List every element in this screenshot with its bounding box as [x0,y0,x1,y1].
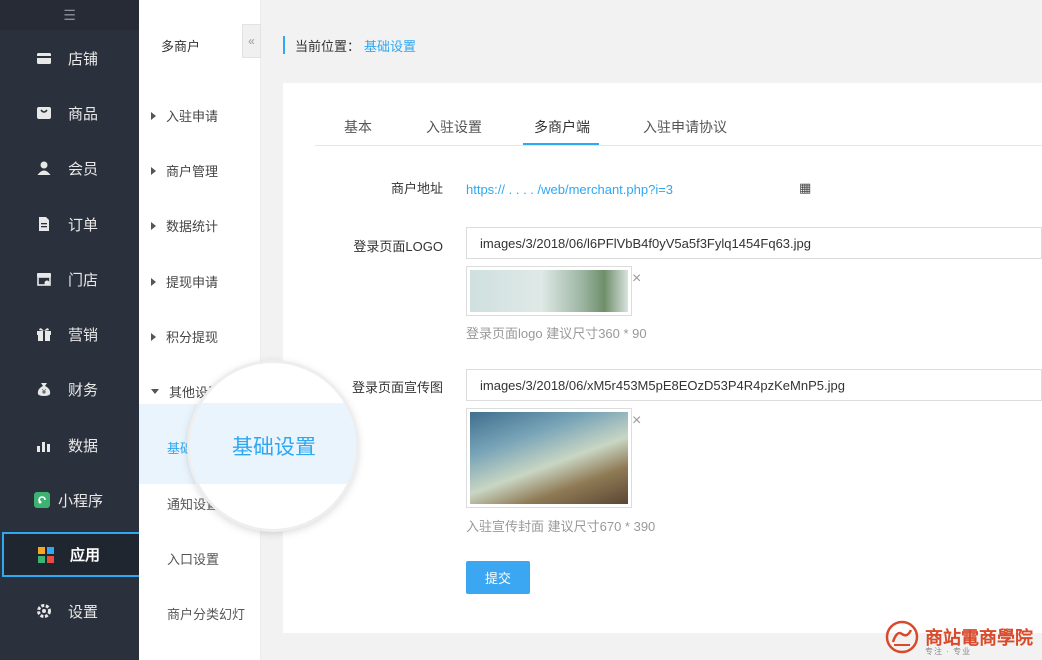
tab-entry-agreement[interactable]: 入驻申请协议 [643,117,727,137]
caret-right-icon [151,111,156,120]
caret-right-icon [151,332,156,341]
breadcrumb: 当前位置： 基础设置 [283,36,416,54]
main-nav: ☰ 店铺 商品 会员 订单 门店 营销 ¥ 财务 数据 小程序 应用 设置 [0,0,145,660]
nav-item-member[interactable]: 会员 [0,146,139,190]
nav-item-mini-program[interactable]: 小程序 [0,478,139,522]
gift-icon [36,326,52,342]
watermark-logo-icon [885,620,919,654]
sub-menu-title: 多商户 [161,39,201,54]
nav-item-label: 财务 [68,381,99,399]
nav-item-label: 小程序 [58,492,104,510]
logo-image [470,270,628,312]
gear-icon [36,603,52,619]
caret-right-icon [151,166,156,175]
nav-item-settings[interactable]: 设置 [0,589,139,633]
nav-item-label: 门店 [68,271,99,289]
document-icon [36,216,52,232]
tab-basic[interactable]: 基本 [344,117,372,137]
watermark-sub: 专注 · 专业 [925,647,972,656]
nav-item-finance[interactable]: ¥ 财务 [0,367,139,411]
nav-item-apps[interactable]: 应用 [2,532,145,577]
tab-multi-merchant[interactable]: 多商户端 [534,117,590,137]
promo-hint: 入驻宣传封面 建议尺寸670 * 390 [466,519,656,534]
menu-icon: ☰ [63,6,76,23]
promo-path-input[interactable]: images/3/2018/06/xM5r453M5pE8EOzD53P4R4p… [466,369,1042,401]
caret-right-icon [151,221,156,230]
apps-icon [38,546,54,563]
sub-menu-group-label: 提现申请 [166,275,219,290]
magnifier-callout: 基础设置 [190,363,356,529]
nav-item-label: 设置 [68,603,99,621]
tab-bar: 基本 入驻设置 多商户端 入驻申请协议 [315,105,1042,146]
nav-item-label: 会员 [68,160,99,178]
sub-menu-group[interactable]: 入驻申请 [151,106,218,125]
sub-menu-group-label: 数据统计 [166,219,219,234]
nav-item-label: 数据 [68,437,99,455]
nav-item-outlet[interactable]: 门店 [0,257,139,301]
nav-item-store[interactable]: 店铺 [0,36,139,80]
nav-item-label: 应用 [70,547,101,564]
sub-menu-group-label: 入驻申请 [166,109,219,124]
merchant-url-link[interactable]: https:// . . . . /web/merchant.php?i=3 [466,182,673,197]
user-icon [36,160,52,176]
sub-menu-item-entry-settings[interactable]: 入口设置 [167,549,219,568]
promo-thumbnail [466,408,632,508]
double-chevron-left-icon: « [248,34,255,48]
nav-item-data[interactable]: 数据 [0,423,139,467]
merchant-url-label: 商户地址 [390,181,443,196]
watermark: 商站電商學院 专注 · 专业 [885,614,1042,660]
qr-code-icon[interactable]: ▦ [799,180,811,196]
nav-item-goods[interactable]: 商品 [0,91,139,135]
bag-icon [36,105,52,121]
submit-button[interactable]: 提交 [466,561,530,594]
logo-thumbnail [466,266,632,316]
sub-menu-group[interactable]: 提现申请 [151,272,218,291]
breadcrumb-current[interactable]: 基础设置 [364,36,416,55]
tab-entry-settings[interactable]: 入驻设置 [426,117,482,137]
caret-down-icon [151,389,159,394]
nav-item-label: 营销 [68,326,99,344]
nav-item-marketing[interactable]: 营销 [0,312,139,356]
caret-right-icon [151,277,156,286]
nav-item-label: 店铺 [68,50,99,68]
mini-program-icon [34,492,50,508]
nav-item-order[interactable]: 订单 [0,202,139,246]
logo-path-input[interactable]: images/3/2018/06/l6PFlVbB4f0yV5a5f3Fylq1… [466,227,1042,259]
store-icon [36,50,52,66]
logo-hint: 登录页面logo 建议尺寸360 * 90 [466,326,647,341]
sub-menu-item-category-slides[interactable]: 商户分类幻灯 [167,604,245,623]
breadcrumb-label: 当前位置： [295,38,361,54]
remove-logo-icon[interactable]: × [632,270,641,288]
active-tab-indicator [523,143,599,145]
sub-menu-group[interactable]: 商户管理 [151,161,218,180]
sub-menu-group-label: 积分提现 [166,330,219,345]
remove-promo-icon[interactable]: × [632,412,641,430]
bar-chart-icon [36,437,52,453]
promo-image [470,412,628,504]
shop-front-icon [36,271,52,287]
nav-item-label: 订单 [68,216,99,234]
sub-menu-group[interactable]: 积分提现 [151,327,218,346]
settings-card: 基本 入驻设置 多商户端 入驻申请协议 商户地址 https:// . . . … [283,83,1042,633]
magnifier-text: 基础设置 [232,436,316,459]
sub-menu-group-label: 商户管理 [166,164,219,179]
money-bag-icon: ¥ [36,381,52,397]
logo-label: 登录页面LOGO [353,239,443,254]
collapse-sidebar-button[interactable]: « [242,24,261,58]
nav-item-label: 商品 [68,105,99,123]
nav-toggle-button[interactable]: ☰ [0,0,139,30]
svg-text:¥: ¥ [42,388,47,396]
sub-menu-group[interactable]: 数据统计 [151,216,218,235]
